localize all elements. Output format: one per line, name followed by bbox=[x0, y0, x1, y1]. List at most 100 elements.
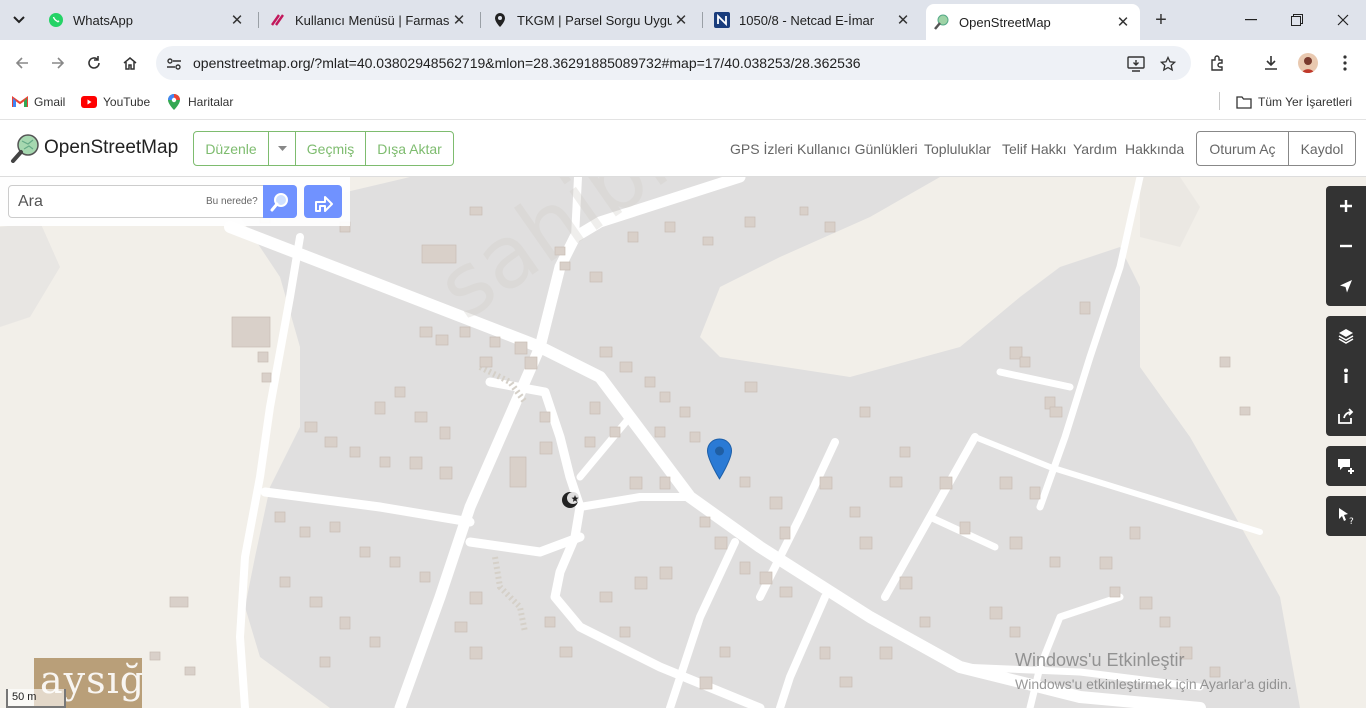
profile-button[interactable] bbox=[1296, 51, 1320, 75]
directions-button[interactable] bbox=[304, 185, 342, 218]
landuse-area bbox=[1140, 177, 1200, 247]
search-input[interactable] bbox=[9, 186, 209, 217]
activation-title: Windows'u Etkinleştir bbox=[1015, 650, 1185, 670]
location-marker-icon[interactable] bbox=[706, 438, 733, 480]
close-window-button[interactable] bbox=[1320, 0, 1366, 40]
directions-icon bbox=[315, 195, 333, 212]
show-my-location-button[interactable] bbox=[1326, 266, 1366, 306]
nav-user-diaries[interactable]: Kullanıcı Günlükleri bbox=[797, 141, 918, 157]
zoom-in-button[interactable] bbox=[1326, 186, 1366, 226]
bookmark-label: Tüm Yer İşaretleri bbox=[1258, 95, 1353, 109]
search-panel: Bu nerede? bbox=[0, 177, 350, 226]
close-icon[interactable]: ✕ bbox=[450, 11, 468, 29]
edit-button[interactable]: Düzenle bbox=[194, 132, 269, 165]
gmail-icon bbox=[12, 94, 28, 110]
close-icon bbox=[1337, 14, 1349, 26]
nav-communities[interactable]: Topluluklar bbox=[924, 141, 991, 157]
tab-search-button[interactable] bbox=[6, 7, 32, 33]
close-icon[interactable]: ✕ bbox=[1114, 13, 1132, 31]
site-info-icon[interactable] bbox=[164, 54, 184, 74]
nav-help[interactable]: Yardım bbox=[1073, 141, 1117, 157]
all-bookmarks-button[interactable]: Tüm Yer İşaretleri bbox=[1236, 92, 1352, 112]
zoom-out-button[interactable] bbox=[1326, 226, 1366, 266]
where-is-this-link[interactable]: Bu nerede? bbox=[206, 196, 258, 207]
tab-tkgm[interactable]: TKGM | Parsel Sorgu Uygulama ✕ bbox=[484, 6, 698, 34]
back-button[interactable] bbox=[10, 51, 34, 75]
osm-logo-link[interactable]: OpenStreetMap bbox=[10, 133, 178, 163]
youtube-icon bbox=[81, 94, 97, 110]
browser-menu-button[interactable] bbox=[1333, 51, 1357, 75]
tab-title: OpenStreetMap bbox=[959, 14, 1051, 30]
restore-button[interactable] bbox=[1274, 0, 1320, 40]
tab-netcad[interactable]: 1050/8 - Netcad E-İmar ✕ bbox=[706, 6, 920, 34]
add-note-button[interactable] bbox=[1326, 446, 1366, 486]
nav-copyright[interactable]: Telif Hakkı bbox=[1002, 141, 1067, 157]
bookmark-maps[interactable]: Haritalar bbox=[166, 92, 233, 112]
tab-title: WhatsApp bbox=[73, 12, 133, 28]
bookmarks-divider bbox=[1219, 92, 1220, 110]
downloads-button[interactable] bbox=[1259, 51, 1283, 75]
osm-logo-icon bbox=[11, 134, 39, 163]
maps-icon bbox=[166, 94, 182, 110]
tab-strip: WhatsApp ✕ Kullanıcı Menüsü | Farmasi ✕ … bbox=[0, 0, 1366, 40]
map-canvas[interactable]: sahibinden.com Bu nerede? bbox=[0, 177, 1366, 708]
close-icon[interactable]: ✕ bbox=[672, 11, 690, 29]
netcad-icon bbox=[714, 12, 730, 28]
extensions-button[interactable] bbox=[1206, 51, 1230, 75]
minimize-icon bbox=[1245, 19, 1257, 21]
magnifier-icon bbox=[270, 192, 288, 211]
download-icon bbox=[1265, 56, 1277, 70]
share-icon bbox=[1338, 408, 1354, 424]
search-button[interactable] bbox=[263, 185, 297, 218]
home-icon bbox=[123, 57, 137, 70]
tab-whatsapp[interactable]: WhatsApp ✕ bbox=[40, 6, 254, 34]
bookmark-label: Haritalar bbox=[188, 95, 234, 109]
forward-button[interactable] bbox=[46, 51, 70, 75]
signup-button[interactable]: Kaydol bbox=[1289, 132, 1355, 165]
arrow-left-icon bbox=[15, 57, 28, 69]
tab-divider bbox=[480, 12, 481, 28]
tab-openstreetmap[interactable]: OpenStreetMap ✕ bbox=[926, 4, 1140, 40]
query-features-button[interactable]: ? bbox=[1326, 496, 1366, 536]
map-key-button[interactable] bbox=[1326, 356, 1366, 396]
bookmark-youtube[interactable]: YouTube bbox=[81, 92, 150, 112]
share-button[interactable] bbox=[1326, 396, 1366, 436]
tab-farmasi[interactable]: Kullanıcı Menüsü | Farmasi ✕ bbox=[262, 6, 476, 34]
install-app-icon[interactable] bbox=[1126, 54, 1146, 74]
bookmark-label: Gmail bbox=[34, 95, 66, 109]
reload-button[interactable] bbox=[82, 51, 106, 75]
home-button[interactable] bbox=[118, 51, 142, 75]
whatsapp-icon bbox=[48, 12, 64, 28]
login-button[interactable]: Oturum Aç bbox=[1197, 132, 1289, 165]
osm-header: OpenStreetMap Düzenle Geçmiş Dışa Aktar … bbox=[0, 121, 1366, 177]
avatar bbox=[1298, 53, 1318, 73]
close-icon[interactable]: ✕ bbox=[894, 11, 912, 29]
chevron-down-icon bbox=[13, 16, 25, 24]
farmasi-icon bbox=[270, 12, 286, 28]
export-button[interactable]: Dışa Aktar bbox=[366, 132, 453, 165]
history-button[interactable]: Geçmiş bbox=[296, 132, 366, 165]
minimize-button[interactable] bbox=[1228, 0, 1274, 40]
layers-button[interactable] bbox=[1326, 316, 1366, 356]
windows-activation-notice: Windows'u Etkinleştir Windows'u etkinleş… bbox=[1015, 650, 1292, 692]
tab-title: TKGM | Parsel Sorgu Uygulama bbox=[517, 12, 672, 28]
plus-icon bbox=[1340, 200, 1352, 212]
bookmark-gmail[interactable]: Gmail bbox=[12, 92, 65, 112]
new-tab-button[interactable]: + bbox=[1150, 9, 1172, 31]
cursor-question-icon: ? bbox=[1339, 508, 1354, 525]
address-bar[interactable]: openstreetmap.org/?mlat=40.0380294856271… bbox=[156, 46, 1191, 80]
nav-gps-traces[interactable]: GPS İzleri bbox=[730, 141, 793, 157]
puzzle-icon bbox=[1211, 55, 1223, 71]
info-icon bbox=[1344, 368, 1348, 383]
url-text[interactable]: openstreetmap.org/?mlat=40.0380294856271… bbox=[193, 55, 861, 71]
arrow-right-icon bbox=[52, 57, 65, 69]
bookmark-star-icon[interactable] bbox=[1158, 54, 1178, 74]
map-pin-icon bbox=[492, 12, 508, 28]
layers-icon bbox=[1338, 329, 1354, 344]
edit-dropdown-toggle[interactable] bbox=[269, 132, 296, 165]
nav-about[interactable]: Hakkında bbox=[1125, 141, 1184, 157]
bookmarks-bar: Gmail YouTube Haritalar Tüm Yer İşaretle… bbox=[0, 86, 1366, 120]
add-note-icon bbox=[1338, 459, 1354, 474]
close-icon[interactable]: ✕ bbox=[228, 11, 246, 29]
caret-down-icon bbox=[277, 145, 287, 151]
